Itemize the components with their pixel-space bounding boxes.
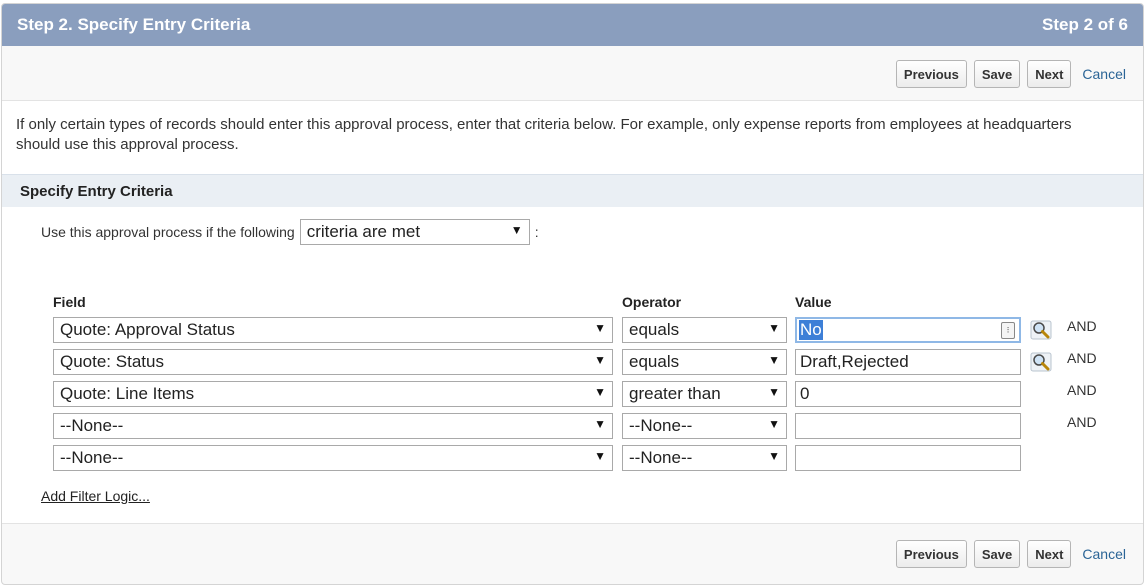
operator-select[interactable]: greater than ▼ xyxy=(622,381,787,407)
intro-text: If only certain types of records should … xyxy=(16,116,1072,153)
next-button[interactable]: Next xyxy=(1027,540,1072,568)
chevron-down-icon: ▼ xyxy=(768,321,780,335)
field-select-value: --None-- xyxy=(60,448,124,467)
value-input[interactable]: Draft,Rejected xyxy=(795,349,1021,375)
operator-select[interactable]: equals ▼ xyxy=(622,317,787,343)
filter-row: --None-- ▼ --None-- ▼ xyxy=(2,445,1143,471)
chevron-down-icon: ▼ xyxy=(594,449,606,463)
picklist-helper-icon[interactable]: ⁝ xyxy=(1001,322,1015,339)
operator-select-value: greater than xyxy=(629,384,721,403)
step-indicator: Step 2 of 6 xyxy=(1042,15,1128,34)
chevron-down-icon: ▼ xyxy=(594,385,606,399)
criteria-mode-select[interactable]: criteria are met ▼ xyxy=(299,219,530,245)
chevron-down-icon: ▼ xyxy=(594,321,606,335)
value-input-text: No xyxy=(799,320,823,340)
operator-select-value: --None-- xyxy=(629,416,693,435)
and-label: AND xyxy=(1067,382,1097,398)
value-input[interactable] xyxy=(795,445,1021,471)
cancel-link[interactable]: Cancel xyxy=(1082,546,1126,562)
save-button[interactable]: Save xyxy=(973,60,1021,88)
operator-select-value: equals xyxy=(629,320,680,339)
section-title: Specify Entry Criteria xyxy=(20,183,173,200)
field-select[interactable]: --None-- ▼ xyxy=(53,413,613,439)
field-select[interactable]: Quote: Line Items ▼ xyxy=(53,381,613,407)
bottom-button-bar: Previous Save Next Cancel xyxy=(889,540,1126,568)
cancel-link[interactable]: Cancel xyxy=(1082,66,1126,82)
value-input[interactable]: No ⁝ xyxy=(795,317,1021,343)
chevron-down-icon: ▼ xyxy=(510,223,523,237)
field-select-value: Quote: Approval Status xyxy=(60,320,235,339)
add-filter-logic-link[interactable]: Add Filter Logic... xyxy=(41,488,150,504)
and-label: AND xyxy=(1067,318,1097,334)
top-button-bar: Previous Save Next Cancel xyxy=(889,60,1126,88)
criteria-mode-value: criteria are met xyxy=(306,222,421,241)
value-input-text: 0 xyxy=(800,384,810,403)
value-input-text: Draft,Rejected xyxy=(800,352,909,371)
filter-row: Quote: Line Items ▼ greater than ▼ 0 AND xyxy=(2,381,1143,407)
field-column-header: Field xyxy=(53,294,86,310)
step-header: Step 2. Specify Entry Criteria Step 2 of… xyxy=(2,4,1143,46)
lookup-magnifier-icon[interactable] xyxy=(1030,319,1054,341)
chevron-down-icon: ▼ xyxy=(594,353,606,367)
value-input[interactable]: 0 xyxy=(795,381,1021,407)
field-select-value: Quote: Status xyxy=(60,352,164,371)
value-input[interactable] xyxy=(795,413,1021,439)
chevron-down-icon: ▼ xyxy=(768,353,780,367)
next-button[interactable]: Next xyxy=(1027,60,1072,88)
page-title: Step 2. Specify Entry Criteria xyxy=(17,15,251,34)
previous-button[interactable]: Previous xyxy=(895,60,967,88)
criteria-line: Use this approval process if the followi… xyxy=(41,219,539,245)
criteria-prefix: Use this approval process if the followi… xyxy=(41,224,295,240)
field-select[interactable]: Quote: Approval Status ▼ xyxy=(53,317,613,343)
operator-select-value: equals xyxy=(629,352,680,371)
chevron-down-icon: ▼ xyxy=(768,385,780,399)
wizard-frame: Step 2. Specify Entry Criteria Step 2 of… xyxy=(1,3,1144,585)
and-label: AND xyxy=(1067,414,1097,430)
field-select-value: Quote: Line Items xyxy=(60,384,195,403)
operator-select[interactable]: --None-- ▼ xyxy=(622,413,787,439)
chevron-down-icon: ▼ xyxy=(768,449,780,463)
chevron-down-icon: ▼ xyxy=(768,417,780,431)
lookup-magnifier-icon[interactable] xyxy=(1030,351,1054,373)
operator-column-header: Operator xyxy=(622,294,682,310)
field-select-value: --None-- xyxy=(60,416,124,435)
field-select[interactable]: --None-- ▼ xyxy=(53,445,613,471)
filter-row: --None-- ▼ --None-- ▼ AND xyxy=(2,413,1143,439)
operator-select[interactable]: equals ▼ xyxy=(622,349,787,375)
chevron-down-icon: ▼ xyxy=(594,417,606,431)
value-column-header: Value xyxy=(795,294,832,310)
operator-select-value: --None-- xyxy=(629,448,693,467)
and-label: AND xyxy=(1067,350,1097,366)
main-content: If only certain types of records should … xyxy=(2,100,1143,524)
operator-select[interactable]: --None-- ▼ xyxy=(622,445,787,471)
filter-row: Quote: Status ▼ equals ▼ Draft,Rejected … xyxy=(2,349,1143,375)
field-select[interactable]: Quote: Status ▼ xyxy=(53,349,613,375)
filter-row: Quote: Approval Status ▼ equals ▼ No ⁝ A… xyxy=(2,317,1143,343)
previous-button[interactable]: Previous xyxy=(895,540,967,568)
criteria-suffix: : xyxy=(534,224,539,240)
save-button[interactable]: Save xyxy=(973,540,1021,568)
section-header: Specify Entry Criteria xyxy=(2,174,1143,207)
